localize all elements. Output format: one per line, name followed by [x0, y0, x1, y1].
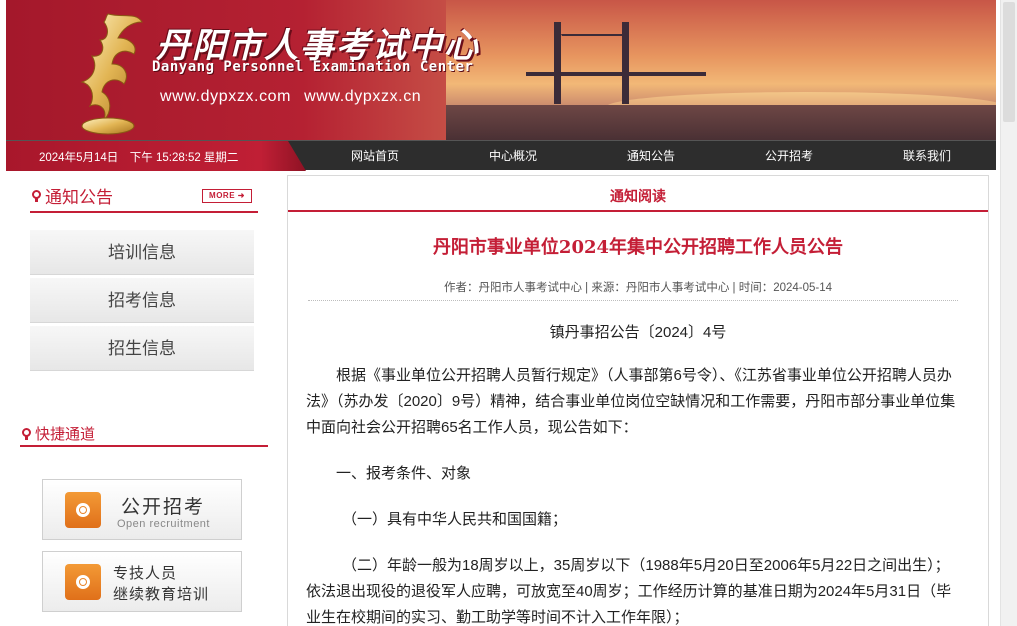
nav-item-about[interactable]: 中心概况 — [444, 141, 582, 171]
article-paragraph: （一）具有中华人民共和国国籍； — [342, 511, 568, 528]
continuing-education-line1: 专技人员 — [113, 566, 178, 582]
document-number: 镇丹事招公告〔2024〕4号 — [549, 324, 727, 341]
date-box: 2024年5月14日 下午 15:28:52 星期二 — [6, 141, 306, 171]
more-button[interactable]: MORE ➜ — [202, 189, 252, 203]
location-pin-icon — [22, 427, 31, 440]
scrollbar-thumb[interactable] — [1003, 2, 1015, 122]
header-banner: 丹阳市人事考试中心 Danyang Personnel Examination … — [6, 0, 996, 140]
article-paragraph: 根据《事业单位公开招聘人员暂行规定》（人事部第6号令）、《江苏省事业单位公开招聘… — [306, 367, 956, 436]
sidebar-item-training[interactable]: 培训信息 — [30, 230, 254, 275]
article-paragraph: 一、报考条件、对象 — [336, 465, 472, 482]
continuing-education-line2: 继续教育培训 — [113, 587, 210, 603]
sidebar-item-enrollment[interactable]: 招生信息 — [30, 326, 254, 371]
article-paragraph: （二）年龄一般为18周岁以上，35周岁以下（1988年5月20日至2006年5月… — [306, 557, 952, 626]
quick-access-title: 快捷通道 — [35, 426, 96, 443]
quick-access-divider — [20, 445, 268, 447]
open-recruitment-title: 公开招考 — [121, 497, 206, 518]
article-title: 丹阳市事业单位2024年集中公开招聘工作人员公告 — [432, 237, 844, 258]
broadcast-icon — [65, 564, 101, 600]
notice-section-header: 通知公告 — [32, 183, 113, 208]
location-pin-icon — [32, 189, 41, 202]
open-recruitment-button[interactable]: 公开招考 Open recruitment — [42, 479, 242, 540]
nav-item-recruitment[interactable]: 公开招考 — [720, 141, 858, 171]
current-datetime: 2024年5月14日 下午 15:28:52 星期二 — [39, 152, 239, 164]
article-meta: 作者：丹阳市人事考试中心 | 来源：丹阳市人事考试中心 | 时间：2024-05… — [443, 282, 833, 294]
notice-divider — [30, 211, 258, 213]
meta-divider — [308, 300, 958, 301]
site-urls: www.dypxzx.com www.dypxzx.cn — [160, 88, 422, 105]
quick-access-header: 快捷通道 — [22, 423, 95, 444]
sidebar-item-exam-info[interactable]: 招考信息 — [30, 278, 254, 323]
open-recruitment-subtitle: Open recruitment — [117, 518, 210, 530]
article-panel-header: 通知阅读 — [288, 176, 988, 212]
notice-section-title: 通知公告 — [45, 188, 113, 207]
bridge-tower-left — [554, 22, 561, 104]
bridge-cable — [561, 34, 629, 74]
nav-item-notices[interactable]: 通知公告 — [582, 141, 720, 171]
nav-item-home[interactable]: 网站首页 — [306, 141, 444, 171]
continuing-education-button[interactable]: 专技人员 继续教育培训 — [42, 551, 242, 612]
broadcast-icon — [65, 492, 101, 528]
main-navbar: 2024年5月14日 下午 15:28:52 星期二 网站首页 中心概况 通知公… — [6, 140, 996, 171]
phoenix-logo-icon — [80, 13, 143, 135]
banner-ground-image — [446, 105, 996, 140]
page-scrollbar[interactable] — [1000, 0, 1017, 626]
nav-item-contact[interactable]: 联系我们 — [858, 141, 996, 171]
section-label: 通知阅读 — [610, 188, 666, 204]
nav-menu: 网站首页 中心概况 通知公告 公开招考 联系我们 — [306, 141, 996, 171]
site-title-en: Danyang Personnel Examination Center — [152, 59, 474, 75]
article-panel: 通知阅读 丹阳市事业单位2024年集中公开招聘工作人员公告 作者：丹阳市人事考试… — [287, 175, 989, 626]
